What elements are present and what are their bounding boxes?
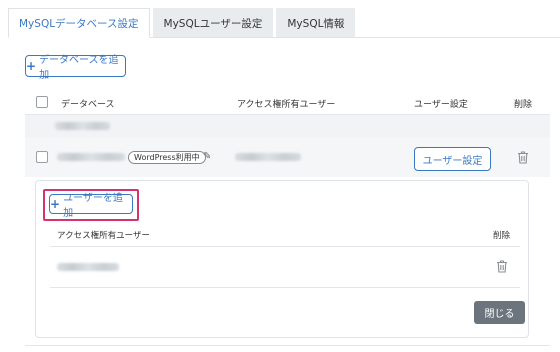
tab-bar: MySQLデータベース設定 MySQLユーザー設定 MySQL情報	[8, 8, 358, 38]
trash-icon[interactable]	[517, 151, 529, 164]
add-database-button[interactable]: + データベースを追加	[25, 55, 126, 81]
header-user-settings: ユーザー設定	[414, 100, 468, 110]
add-user-button[interactable]: + ユーザーを追加	[49, 193, 133, 219]
table-bottom-divider	[25, 345, 550, 346]
trash-icon[interactable]	[496, 260, 508, 273]
header-access-user: アクセス権所有ユーザー	[237, 100, 336, 110]
table-row	[25, 115, 550, 137]
plus-icon: +	[50, 197, 61, 211]
user-settings-button[interactable]: ユーザー設定	[414, 147, 491, 171]
tab-mysql-info[interactable]: MySQL情報	[276, 8, 356, 38]
close-button[interactable]: 閉じる	[474, 301, 525, 324]
redacted-database-name	[57, 153, 125, 161]
wordpress-in-use-badge: WordPress利用中	[128, 151, 206, 164]
tab-mysql-user-settings[interactable]: MySQLユーザー設定	[152, 8, 274, 38]
panel-divider	[50, 287, 520, 288]
add-database-label: データベースを追加	[39, 55, 119, 81]
row-checkbox[interactable]	[36, 151, 48, 163]
pencil-icon[interactable]: ✎	[203, 151, 211, 162]
redacted-database-name	[55, 122, 110, 130]
panel-header-access-user: アクセス権所有ユーザー	[57, 231, 150, 241]
header-delete: 削除	[514, 100, 533, 110]
redacted-user-name	[235, 153, 301, 161]
header-database: データベース	[61, 100, 115, 110]
select-all-checkbox[interactable]	[36, 96, 48, 108]
database-table-header: データベース アクセス権所有ユーザー ユーザー設定 削除	[25, 89, 550, 115]
redacted-user-name	[57, 263, 119, 271]
panel-header-delete: 削除	[493, 231, 511, 241]
add-user-label: ユーザーを追加	[63, 193, 123, 219]
panel-divider	[50, 246, 520, 247]
plus-icon: +	[26, 59, 37, 73]
tab-mysql-database-settings[interactable]: MySQLデータベース設定	[8, 8, 150, 38]
